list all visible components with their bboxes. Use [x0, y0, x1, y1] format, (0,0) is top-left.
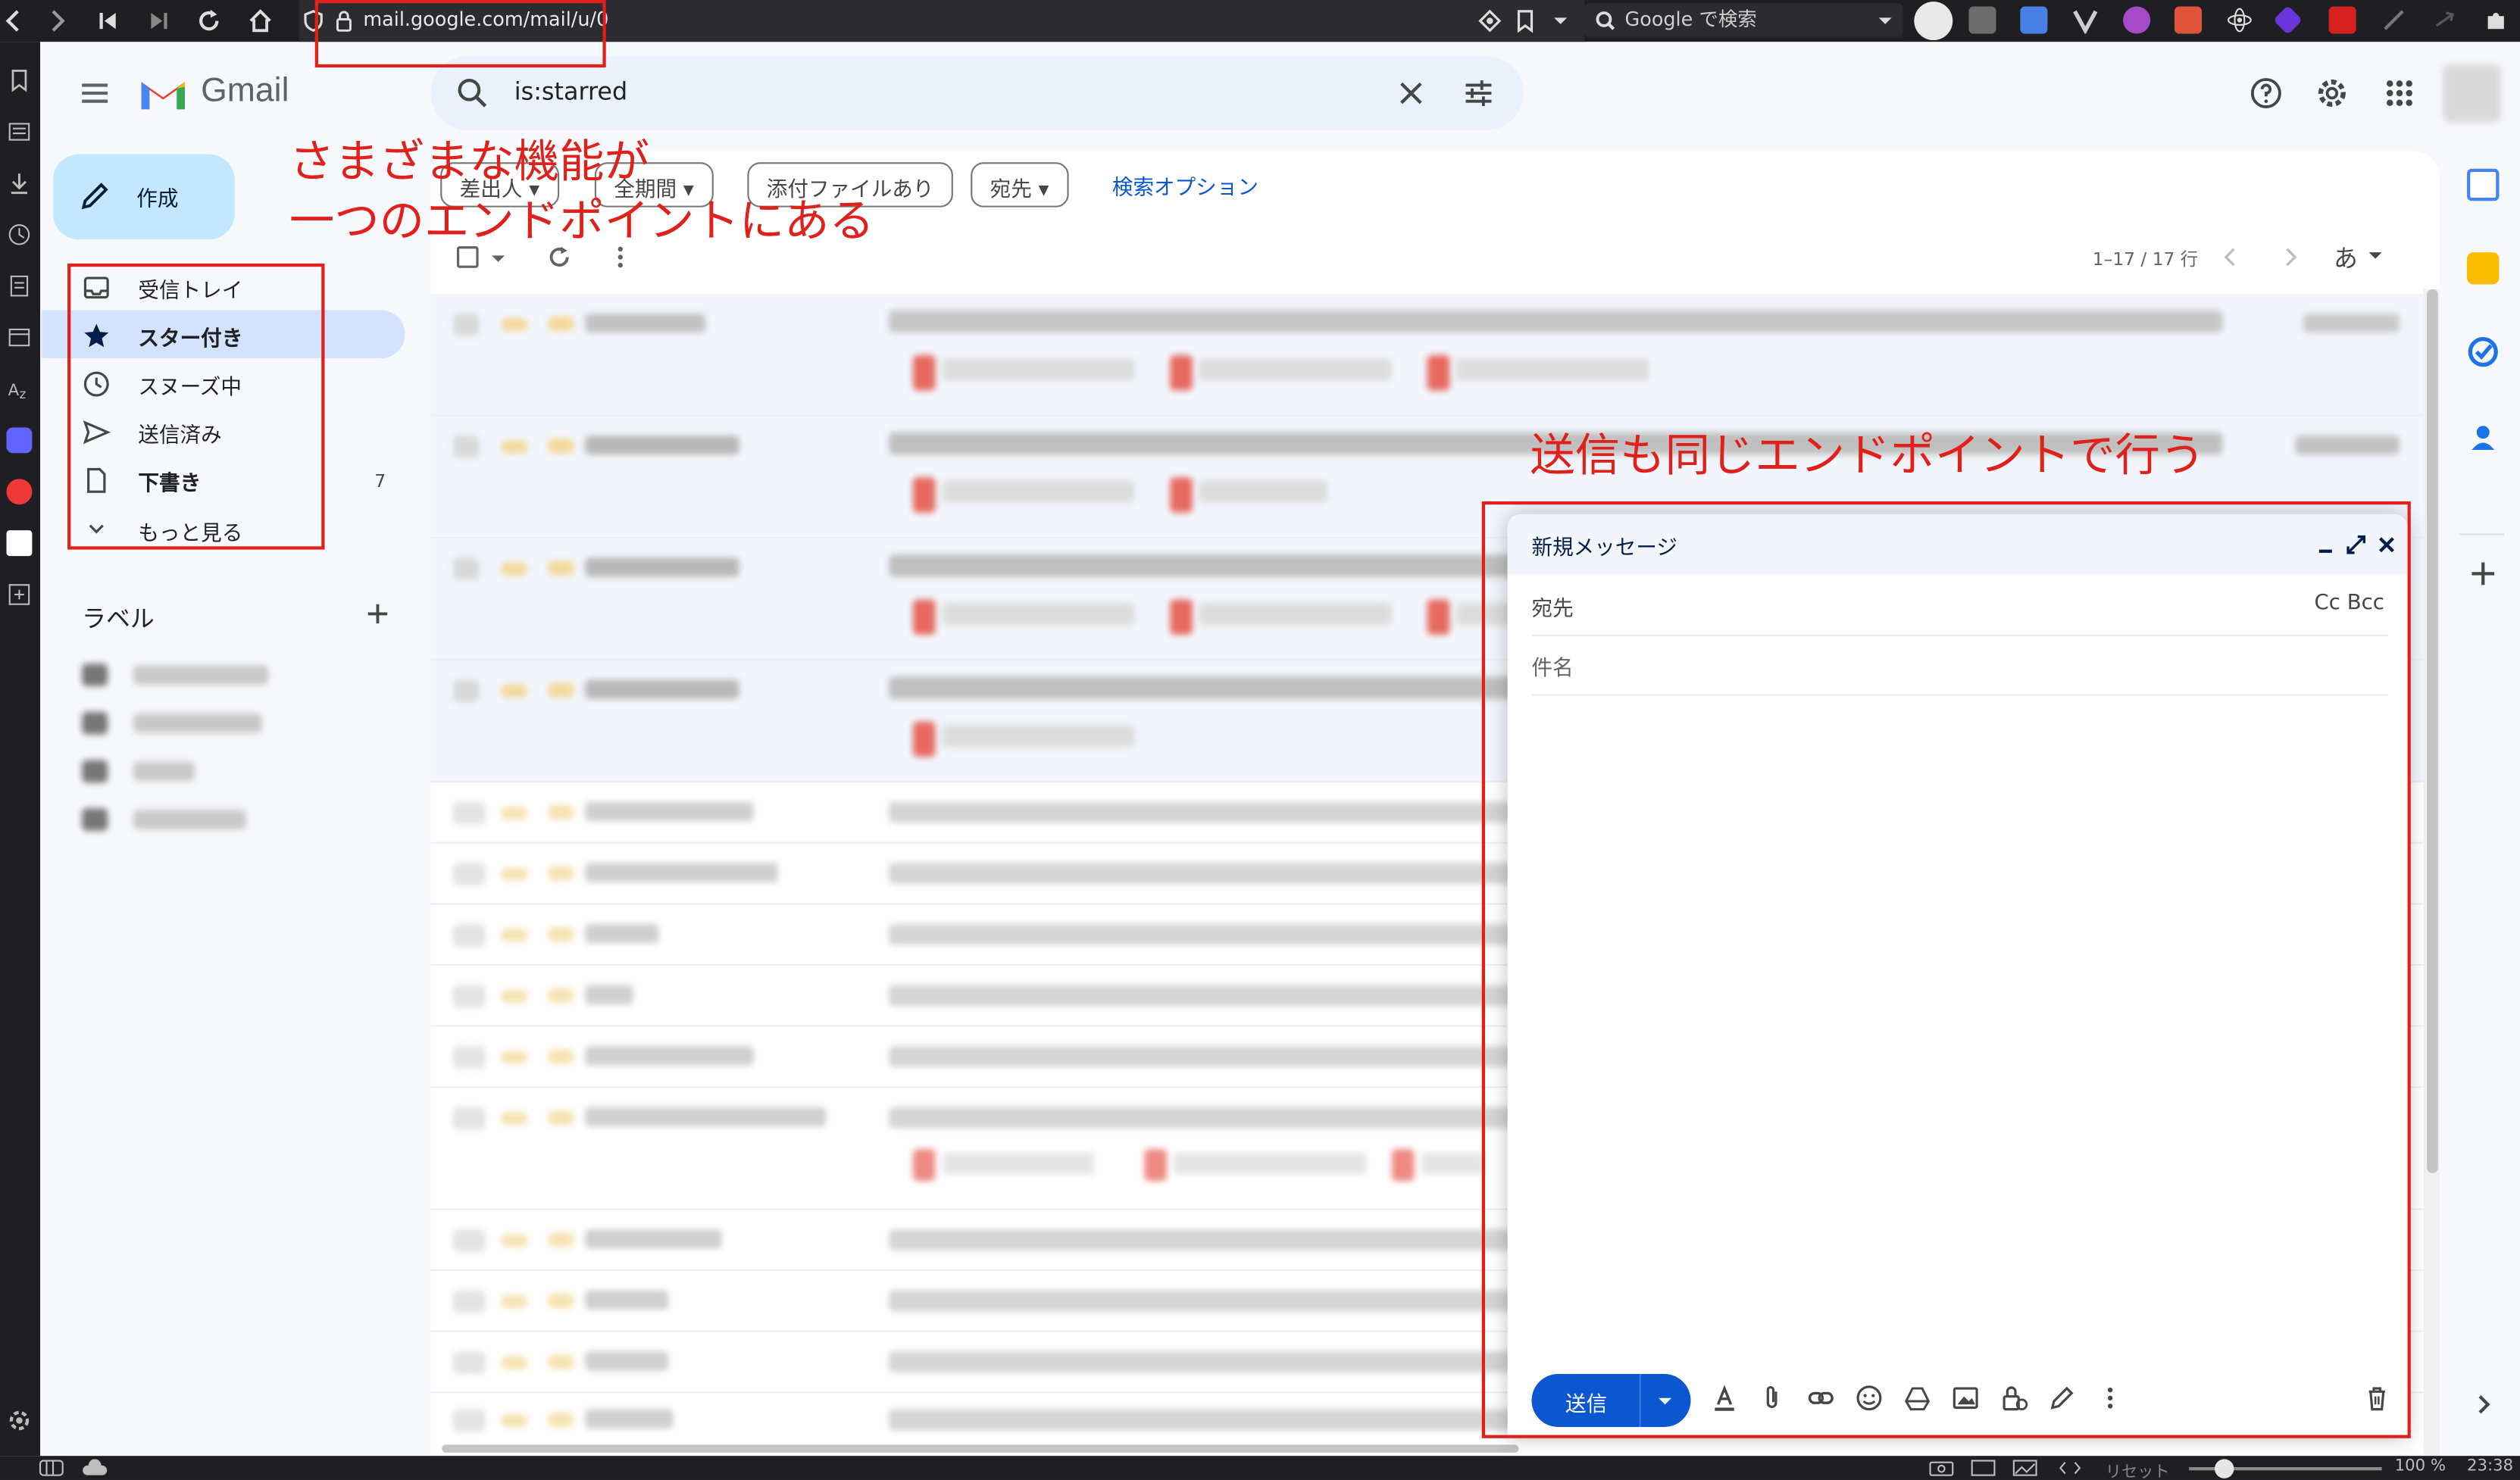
label-item[interactable]: [82, 760, 271, 783]
translate-panel-icon[interactable]: Az: [6, 376, 32, 401]
search-options-icon[interactable]: [1461, 76, 1496, 111]
capture-icon[interactable]: [1928, 1459, 1954, 1476]
pencil-icon: [81, 183, 108, 210]
translate-extension-icon[interactable]: [2020, 6, 2048, 34]
calendar-icon[interactable]: [2467, 168, 2500, 201]
gmail-logo-icon: [141, 82, 185, 110]
zoom-slider-handle[interactable]: [2215, 1459, 2234, 1478]
prev-page-icon[interactable]: [2218, 244, 2243, 270]
notes-icon[interactable]: [6, 273, 32, 299]
annotation-box-nav: [67, 263, 325, 550]
apps-grid-icon[interactable]: [2382, 76, 2418, 111]
puzzle-extensions-icon[interactable]: [2483, 6, 2510, 33]
react-devtools-icon[interactable]: [2226, 6, 2253, 33]
gmail-wordmark: Gmail: [201, 72, 289, 110]
label-item[interactable]: [82, 664, 271, 686]
help-icon[interactable]: [2249, 76, 2284, 111]
input-tools-button[interactable]: あ: [2334, 241, 2358, 275]
tasks-icon[interactable]: [2467, 336, 2499, 367]
profile-avatar[interactable]: [1914, 2, 1953, 41]
clear-search-icon[interactable]: [1393, 76, 1429, 111]
advanced-search-link[interactable]: 検索オプション: [1112, 170, 1258, 201]
wand-extension-icon[interactable]: [2380, 6, 2407, 33]
add-addon-icon[interactable]: [2467, 557, 2499, 589]
add-label-icon[interactable]: [365, 601, 391, 626]
annotation-box-url: [314, 0, 606, 68]
annotation-text-features: さまざまな機能が: [289, 135, 649, 189]
window-panel-icon[interactable]: [6, 325, 32, 351]
gem-extension-icon[interactable]: [2273, 5, 2303, 36]
reload-icon[interactable]: [195, 6, 224, 35]
pagination-info: 1–17 / 17 行: [2092, 248, 2199, 270]
search-icon[interactable]: [455, 76, 490, 111]
dropdown-icon[interactable]: [1546, 6, 1575, 35]
account-avatar[interactable]: [2443, 64, 2501, 123]
fastforward-icon[interactable]: [145, 6, 174, 35]
browser-status-bar: リセット 100 % 23:38: [0, 1456, 2520, 1480]
annotation-box-compose: [1481, 501, 2411, 1438]
reader-icon[interactable]: [1475, 6, 1504, 35]
compose-label: 作成: [136, 188, 179, 213]
back-icon[interactable]: [0, 6, 29, 35]
vivaldi-v-icon[interactable]: [2071, 6, 2099, 34]
annotation-text-endpoint: 一つのエンドポイントにある: [289, 194, 874, 248]
tiling-icon[interactable]: [1971, 1459, 1996, 1476]
web-search-placeholder: Google で検索: [1624, 8, 1757, 31]
main-menu-icon[interactable]: [77, 76, 113, 111]
page-actions-icon[interactable]: [2057, 1459, 2083, 1476]
zoom-reset-label[interactable]: リセット: [2106, 1457, 2170, 1480]
browser-side-panel: Az: [0, 42, 41, 1457]
contacts-icon[interactable]: [2467, 421, 2499, 453]
rewind-icon[interactable]: [93, 6, 122, 35]
settings-gear-icon[interactable]: [2315, 76, 2350, 111]
bookmarks-panel-icon[interactable]: [6, 67, 32, 93]
images-icon[interactable]: [2012, 1459, 2038, 1476]
share-extension-icon[interactable]: [2123, 6, 2151, 34]
search-input[interactable]: is:starred: [514, 77, 627, 106]
history-icon[interactable]: [6, 222, 32, 248]
vivaldi-icon[interactable]: [6, 479, 33, 505]
next-page-icon[interactable]: [2278, 244, 2303, 270]
annotation-text-send: 送信も同じエンドポイントで行う: [1530, 429, 2206, 482]
wikipedia-icon[interactable]: [6, 530, 33, 557]
zoom-level: 100 %: [2394, 1457, 2447, 1475]
gift-extension-icon[interactable]: [2174, 6, 2203, 34]
label-item[interactable]: [82, 808, 271, 831]
mastodon-icon[interactable]: [6, 427, 33, 454]
labels-heading: ラベル: [82, 604, 155, 633]
bookmark-icon[interactable]: [1511, 6, 1540, 35]
right-strip-divider: [2459, 533, 2504, 535]
home-icon[interactable]: [246, 6, 275, 35]
label-item[interactable]: [82, 711, 271, 735]
search-engine-dropdown-icon[interactable]: [1871, 6, 1899, 35]
keep-icon[interactable]: [2467, 252, 2500, 285]
table-row[interactable]: [430, 294, 2440, 417]
horizontal-scrollbar[interactable]: [442, 1444, 1519, 1453]
video-extension-icon[interactable]: [2328, 6, 2356, 34]
svg-text:A: A: [8, 381, 20, 400]
forward-icon[interactable]: [42, 6, 70, 35]
filter-chip-to[interactable]: 宛先 ▾: [971, 162, 1068, 208]
browser-settings-icon[interactable]: [6, 1408, 32, 1434]
add-panel-icon[interactable]: [6, 582, 32, 607]
sync-cloud-icon[interactable]: [80, 1459, 109, 1476]
expand-panel-icon[interactable]: [2467, 1388, 2499, 1420]
svg-text:z: z: [19, 387, 26, 401]
panel-toggle-icon[interactable]: [39, 1459, 64, 1476]
share-arrow-icon[interactable]: [2431, 6, 2459, 33]
og-extension-icon[interactable]: [1968, 6, 1996, 34]
downloads-icon[interactable]: [6, 170, 32, 196]
search-icon: [1596, 11, 1615, 30]
drafts-count: 7: [374, 470, 386, 492]
reading-list-icon[interactable]: [6, 119, 32, 145]
input-tools-dropdown-icon[interactable]: [2365, 246, 2384, 265]
list-scrollbar-thumb[interactable]: [2427, 289, 2438, 1173]
clock: 23:38: [2467, 1457, 2514, 1475]
